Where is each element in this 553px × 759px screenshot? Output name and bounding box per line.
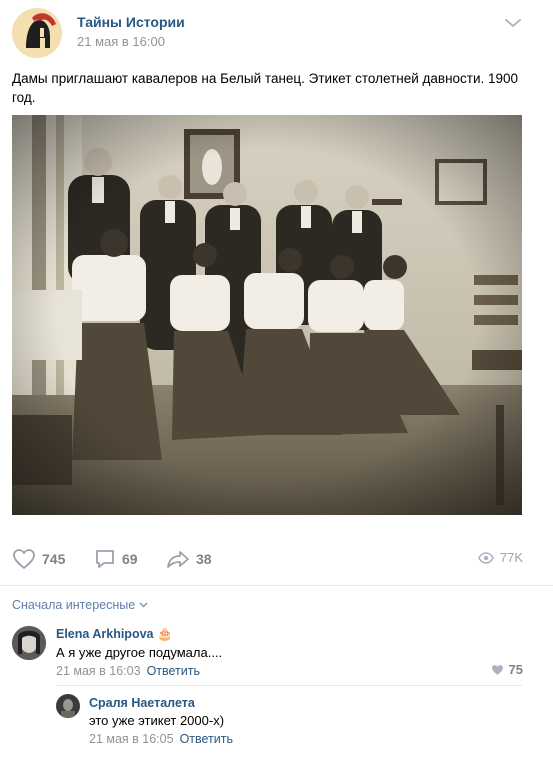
group-name[interactable]: Тайны Истории bbox=[77, 14, 185, 30]
comment-like-button[interactable]: 75 bbox=[491, 662, 523, 677]
post-text: Дамы приглашают кавалеров на Белый танец… bbox=[12, 71, 519, 105]
share-button[interactable]: 38 bbox=[166, 548, 212, 570]
divider bbox=[0, 585, 553, 586]
vintage-group-photo bbox=[12, 115, 522, 515]
comment-author-text: Elena Arkhipova bbox=[56, 627, 154, 641]
comment-date[interactable]: 21 мая в 16:03 bbox=[56, 664, 141, 678]
post-actions: 745 69 38 77K bbox=[0, 540, 553, 576]
chevron-down-icon bbox=[139, 602, 148, 608]
comment-button[interactable]: 69 bbox=[94, 548, 138, 570]
comment-text: А я уже другое подумала.... bbox=[56, 645, 223, 660]
comments-sort-dropdown[interactable]: Сначала интересные bbox=[12, 598, 148, 612]
post: Тайны Истории 21 мая в 16:00 Дамы пригла… bbox=[0, 0, 553, 759]
comments-count: 69 bbox=[122, 551, 138, 567]
chevron-down-icon[interactable] bbox=[503, 16, 523, 30]
heart-icon bbox=[13, 549, 35, 569]
reply-button[interactable]: Ответить bbox=[147, 664, 200, 678]
heart-icon bbox=[491, 664, 503, 675]
reply-text: это уже этикет 2000-х) bbox=[89, 713, 225, 728]
like-button[interactable]: 745 bbox=[12, 548, 65, 570]
avatar-photo bbox=[12, 626, 46, 660]
views-count: 77K bbox=[499, 550, 523, 565]
comment-divider bbox=[56, 685, 522, 686]
comment-likes-count: 75 bbox=[508, 662, 523, 677]
group-avatar[interactable] bbox=[12, 8, 62, 58]
shares-count: 38 bbox=[196, 551, 212, 567]
avatar-photo bbox=[56, 694, 80, 718]
views-counter: 77K bbox=[478, 550, 523, 565]
likes-count: 745 bbox=[42, 551, 66, 567]
share-icon bbox=[167, 551, 189, 568]
cake-icon: 🎂 bbox=[156, 627, 173, 641]
reply-date[interactable]: 21 мая в 16:05 bbox=[89, 732, 174, 746]
post-date[interactable]: 21 мая в 16:00 bbox=[77, 34, 165, 49]
comment-icon bbox=[96, 550, 114, 568]
eye-icon bbox=[478, 551, 494, 564]
reply-author-name[interactable]: Сраля Наеталета bbox=[89, 696, 195, 710]
spartan-helmet-logo bbox=[12, 8, 62, 58]
comments-sort-label: Сначала интересные bbox=[12, 598, 136, 612]
comment-author-name[interactable]: Elena Arkhipova 🎂 bbox=[56, 627, 173, 642]
reply-meta: 21 мая в 16:05 Ответить bbox=[89, 732, 233, 746]
comment-author-avatar[interactable] bbox=[12, 626, 46, 660]
reply-button[interactable]: Ответить bbox=[180, 732, 233, 746]
post-photo[interactable] bbox=[12, 115, 522, 515]
reply-author-avatar[interactable] bbox=[56, 694, 80, 718]
comment-meta: 21 мая в 16:03 Ответить bbox=[56, 664, 200, 678]
